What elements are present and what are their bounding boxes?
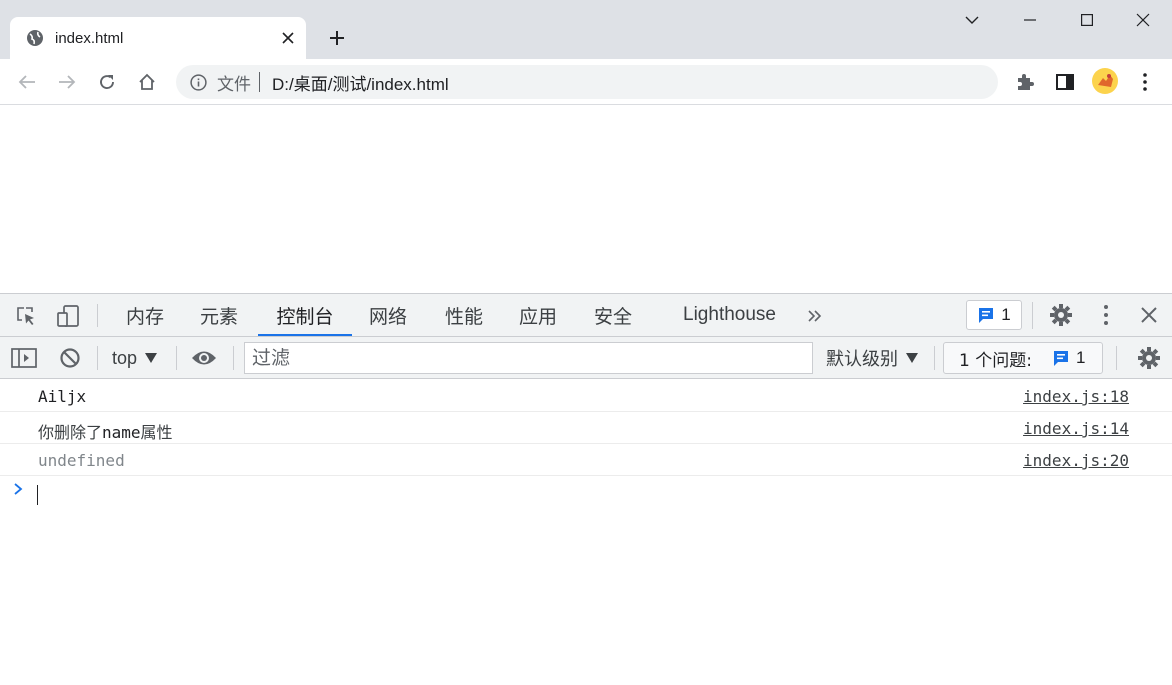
inspect-element-icon[interactable] bbox=[13, 303, 39, 329]
console-prompt[interactable] bbox=[0, 476, 1172, 510]
context-value: top bbox=[112, 347, 138, 368]
page-viewport bbox=[0, 106, 1172, 293]
console-filter-input[interactable] bbox=[244, 342, 813, 374]
device-toolbar-icon[interactable] bbox=[55, 303, 81, 329]
minimize-icon[interactable] bbox=[1016, 6, 1044, 34]
live-expression-eye-icon[interactable] bbox=[191, 345, 217, 371]
issues-counter-label: 1 个问题: bbox=[959, 350, 1032, 371]
new-tab-button[interactable] bbox=[324, 25, 350, 51]
toolbar-separator bbox=[176, 346, 177, 370]
tab-network[interactable]: 网络 bbox=[360, 294, 416, 336]
forward-arrow-icon[interactable] bbox=[53, 68, 81, 96]
home-icon[interactable] bbox=[133, 68, 161, 96]
tab-title: index.html bbox=[55, 29, 124, 47]
log-levels-value: 默认级别 bbox=[826, 349, 898, 370]
devtools-menu-kebab-icon[interactable] bbox=[1093, 302, 1119, 328]
console-messages: Ailjx index.js:18 你删除了name属性 index.js:14… bbox=[0, 380, 1172, 510]
console-source-link[interactable]: index.js:18 bbox=[1023, 387, 1129, 406]
console-settings-gear-icon[interactable] bbox=[1136, 345, 1162, 371]
log-levels-selector[interactable]: 默认级别 bbox=[826, 345, 918, 371]
devtools-panel: 内存 元素 控制台 网络 性能 应用 安全 Lighthouse 1 top 过… bbox=[0, 293, 1172, 685]
tab-performance[interactable]: 性能 bbox=[436, 294, 492, 336]
prompt-chevron-icon bbox=[13, 482, 25, 496]
console-message-text: undefined bbox=[38, 451, 125, 470]
url-text[interactable]: D:/桌面/测试/index.html bbox=[272, 70, 449, 95]
console-message: undefined index.js:20 bbox=[0, 444, 1172, 476]
sidebar-toggle-icon[interactable] bbox=[11, 345, 37, 371]
window-close-icon[interactable] bbox=[1129, 6, 1157, 34]
tab-application[interactable]: 应用 bbox=[510, 294, 566, 336]
message-icon bbox=[977, 306, 995, 324]
toolbar-separator bbox=[934, 346, 935, 370]
browser-tab[interactable]: index.html bbox=[10, 17, 306, 59]
toolbar-separator bbox=[1116, 346, 1117, 370]
reload-icon[interactable] bbox=[93, 68, 121, 96]
text-caret bbox=[37, 485, 38, 505]
globe-icon bbox=[25, 28, 45, 48]
tab-close-icon[interactable] bbox=[278, 28, 298, 48]
side-panel-icon[interactable] bbox=[1052, 69, 1078, 95]
tab-search-chevron-icon[interactable] bbox=[958, 6, 986, 34]
settings-gear-icon[interactable] bbox=[1048, 302, 1074, 328]
context-selector[interactable]: top bbox=[112, 345, 158, 371]
toolbar-separator bbox=[233, 346, 234, 370]
address-bar[interactable]: 文件 D:/桌面/测试/index.html bbox=[176, 65, 998, 99]
console-message: 你删除了name属性 index.js:14 bbox=[0, 412, 1172, 444]
title-bar: index.html bbox=[0, 0, 1172, 59]
browser-toolbar: 文件 D:/桌面/测试/index.html G bbox=[0, 59, 1172, 150]
issues-counter-count: 1 bbox=[1075, 348, 1086, 367]
message-icon bbox=[1052, 349, 1070, 367]
tab-security[interactable]: 安全 bbox=[585, 294, 641, 336]
toolbar-separator bbox=[97, 346, 98, 370]
info-icon[interactable] bbox=[189, 73, 207, 91]
extensions-puzzle-icon[interactable] bbox=[1012, 69, 1038, 95]
console-message-text: 你删除了name属性 bbox=[38, 419, 173, 443]
tab-lighthouse[interactable]: Lighthouse bbox=[672, 294, 787, 336]
omnibox-separator bbox=[259, 72, 260, 92]
console-filter-bar: top 默认级别 1 个问题: 1 bbox=[0, 337, 1172, 379]
devtools-tab-bar: 内存 元素 控制台 网络 性能 应用 安全 Lighthouse 1 bbox=[0, 294, 1172, 337]
toolbar-separator bbox=[1032, 302, 1033, 329]
console-message-text: Ailjx bbox=[38, 387, 87, 406]
clear-console-icon[interactable] bbox=[57, 345, 83, 371]
dropdown-triangle-icon bbox=[145, 353, 158, 363]
more-tabs-chevron-icon[interactable] bbox=[802, 303, 828, 329]
console-source-link[interactable]: index.js:20 bbox=[1023, 451, 1129, 470]
message-text-mono: name bbox=[102, 423, 141, 442]
profile-avatar[interactable] bbox=[1092, 68, 1118, 94]
console-source-link[interactable]: index.js:14 bbox=[1023, 419, 1129, 438]
issues-badge-count: 1 bbox=[1001, 305, 1011, 324]
maximize-icon[interactable] bbox=[1073, 6, 1101, 34]
site-info-label[interactable]: 文件 bbox=[217, 70, 251, 95]
dropdown-triangle-icon bbox=[906, 353, 918, 363]
devtools-close-icon[interactable] bbox=[1136, 302, 1162, 328]
back-arrow-icon[interactable] bbox=[13, 68, 41, 96]
toolbar-separator bbox=[97, 304, 98, 327]
browser-menu-kebab-icon[interactable] bbox=[1132, 69, 1158, 95]
message-text-suffix: 属性 bbox=[140, 423, 173, 442]
issues-counter-button[interactable]: 1 个问题: 1 bbox=[943, 342, 1103, 374]
console-message: Ailjx index.js:18 bbox=[0, 380, 1172, 412]
tab-memory[interactable]: 内存 bbox=[117, 294, 173, 336]
message-text-prefix: 你删除了 bbox=[38, 423, 103, 442]
issues-badge-button[interactable]: 1 bbox=[966, 300, 1022, 330]
tab-elements[interactable]: 元素 bbox=[191, 294, 247, 336]
tab-console[interactable]: 控制台 bbox=[258, 294, 352, 336]
